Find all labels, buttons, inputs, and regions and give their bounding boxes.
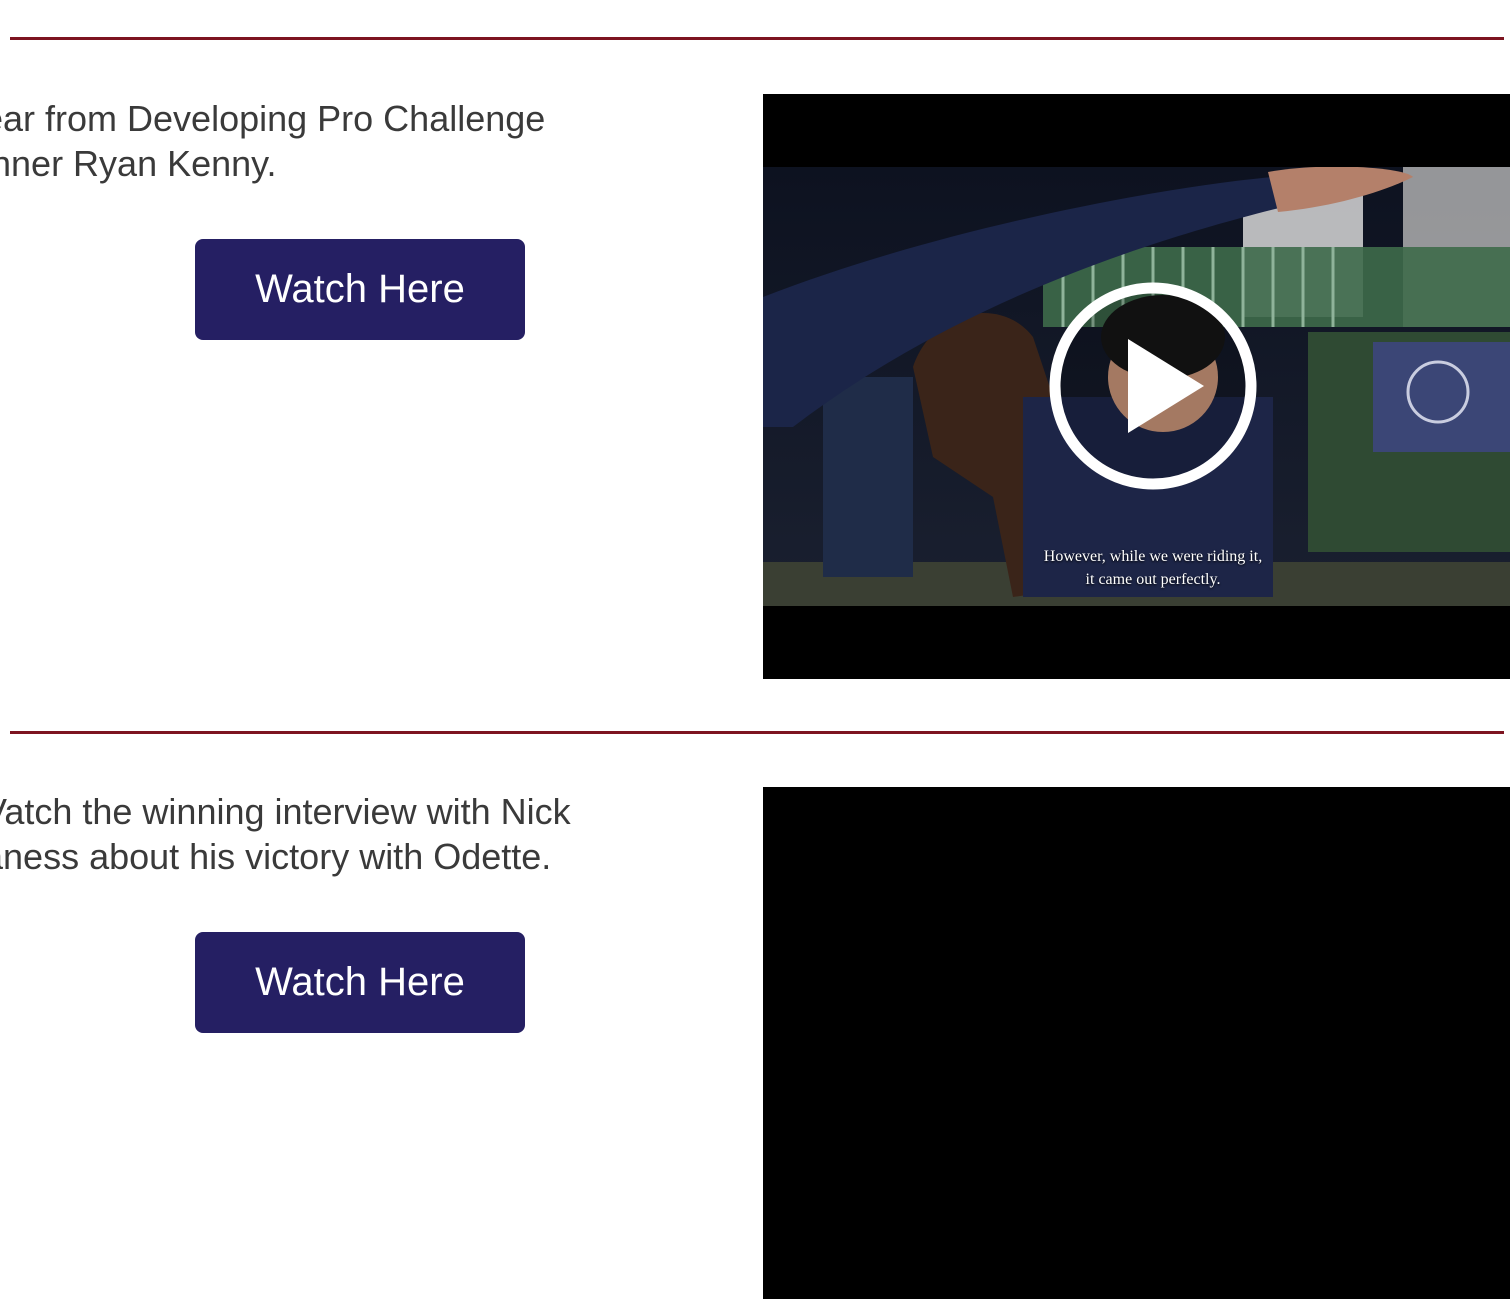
video-player[interactable]: However, while we were riding it, it cam… <box>763 94 1510 679</box>
watch-here-button[interactable]: Watch Here <box>195 239 525 340</box>
section-divider <box>10 37 1504 40</box>
page: ear from Developing Pro Challenge inner … <box>0 0 1510 1299</box>
description-line: inner Ryan Kenny. <box>0 143 277 184</box>
section-description: ear from Developing Pro Challenge inner … <box>0 96 683 186</box>
description-line: ear from Developing Pro Challenge <box>0 98 546 139</box>
video-caption: However, while we were riding it, it cam… <box>983 545 1323 591</box>
video-player[interactable] <box>763 787 1510 1299</box>
watch-here-button[interactable]: Watch Here <box>195 932 525 1033</box>
section-divider <box>10 731 1504 734</box>
description-line: Vatch the winning interview with Nick <box>0 791 571 832</box>
caption-line: However, while we were riding it, <box>1043 548 1263 565</box>
description-line: aness about his victory with Odette. <box>0 836 552 877</box>
caption-line: it came out perfectly. <box>1085 571 1221 588</box>
play-icon[interactable] <box>1048 281 1258 491</box>
section-description: Vatch the winning interview with Nick an… <box>0 789 683 879</box>
